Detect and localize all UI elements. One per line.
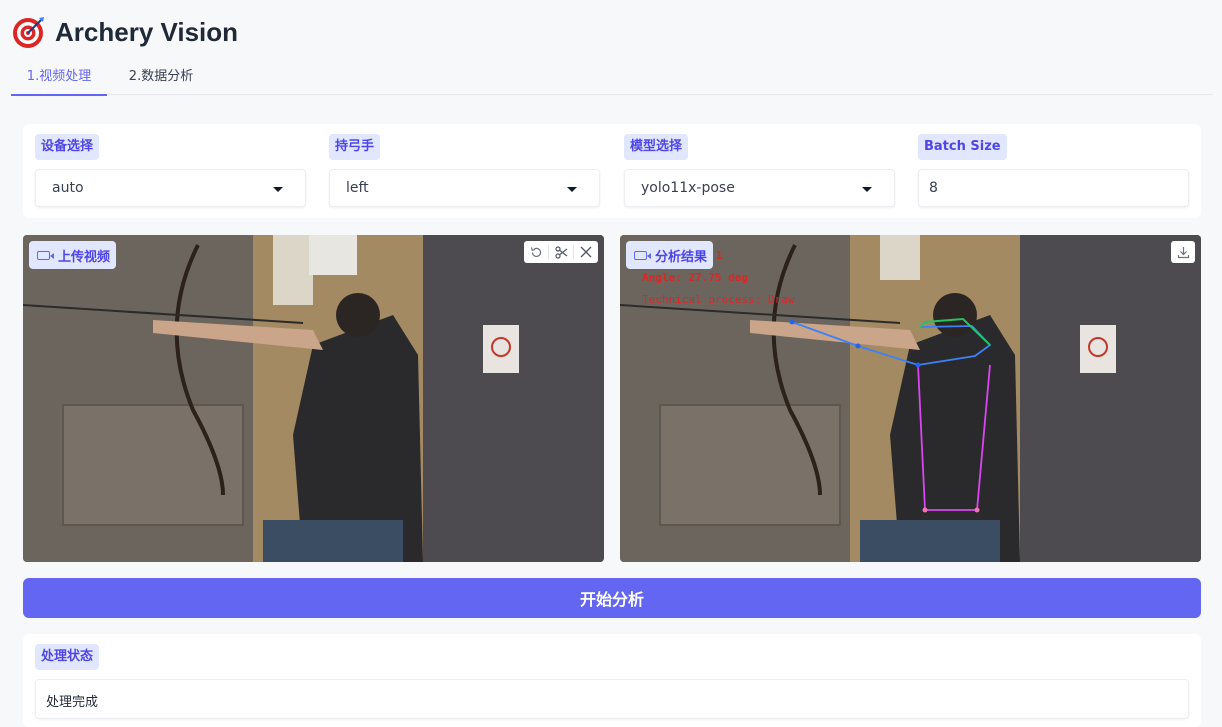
- batch-size-value: 8: [929, 180, 938, 196]
- result-toolbar: [1171, 241, 1195, 263]
- video-camera-icon: [634, 250, 651, 260]
- model-label: 模型选择: [624, 134, 689, 160]
- device-select[interactable]: auto: [35, 169, 306, 207]
- video-frame: [23, 235, 604, 562]
- hand-label: 持弓手: [329, 134, 381, 160]
- chevron-down-icon: [567, 187, 577, 192]
- batch-field: Batch Size 8: [918, 134, 1189, 208]
- overlay-angle-text: Angle: 27.75 deg: [642, 271, 748, 284]
- video-camera-icon: [37, 250, 54, 260]
- tab-bar: 1.视频处理 2.数据分析: [11, 64, 1213, 96]
- hand-select[interactable]: left: [329, 169, 600, 207]
- upload-video-label-text: 上传视频: [58, 249, 111, 265]
- download-icon[interactable]: [1171, 241, 1195, 263]
- overlay-process-text: Technical process: Draw: [642, 293, 795, 306]
- upload-video-label: 上传视频: [29, 241, 117, 269]
- chevron-down-icon: [273, 187, 283, 192]
- hand-select-value: left: [346, 180, 369, 196]
- analysis-result-panel[interactable]: 1 Angle: 27.75 deg Technical process: Dr…: [620, 235, 1201, 562]
- batch-size-label: Batch Size: [918, 134, 1007, 160]
- device-field: 设备选择 auto: [35, 134, 306, 208]
- start-analysis-button[interactable]: 开始分析: [23, 578, 1201, 618]
- analysis-result-label-text: 分析结果: [655, 249, 708, 265]
- tab-video-processing[interactable]: 1.视频处理: [11, 64, 107, 96]
- settings-panel: 设备选择 auto 持弓手 left 模型选择 yolo11x-pose Bat…: [23, 124, 1201, 218]
- device-select-value: auto: [52, 180, 84, 196]
- hand-field: 持弓手 left: [329, 134, 600, 208]
- undo-icon[interactable]: [524, 241, 548, 263]
- status-output: 处理完成: [35, 679, 1189, 719]
- close-icon[interactable]: [574, 241, 598, 263]
- result-frame: [620, 235, 1201, 562]
- status-label: 处理状态: [35, 644, 100, 670]
- tab-data-analysis[interactable]: 2.数据分析: [114, 64, 208, 94]
- model-field: 模型选择 yolo11x-pose: [624, 134, 895, 208]
- target-logo-icon: [12, 15, 46, 49]
- overlay-frame-number: 1: [716, 249, 723, 262]
- status-panel: 处理状态 处理完成: [23, 634, 1201, 727]
- model-select[interactable]: yolo11x-pose: [624, 169, 895, 207]
- app-title: Archery Vision: [55, 16, 239, 47]
- device-label: 设备选择: [35, 134, 100, 160]
- batch-size-input[interactable]: 8: [918, 169, 1189, 207]
- model-select-value: yolo11x-pose: [641, 180, 735, 196]
- scissors-icon[interactable]: [549, 241, 573, 263]
- upload-video-panel[interactable]: 上传视频: [23, 235, 604, 562]
- chevron-down-icon: [862, 187, 872, 192]
- analysis-result-label: 分析结果: [626, 241, 714, 269]
- app-header: Archery Vision: [12, 14, 238, 50]
- video-toolbar: [524, 241, 598, 263]
